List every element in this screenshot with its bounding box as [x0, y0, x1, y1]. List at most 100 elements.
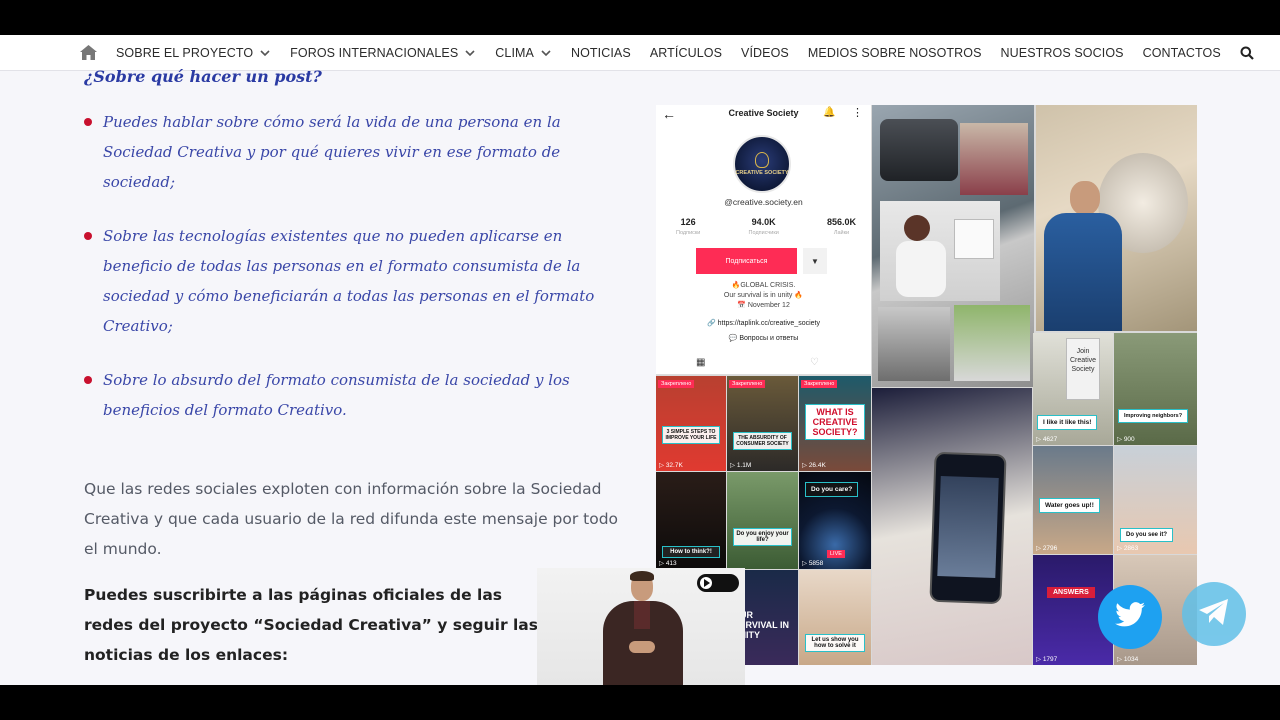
video-tile: Do you enjoy your life?: [727, 472, 798, 569]
video-tile: How to think?! ▷ 413: [656, 472, 726, 569]
tile-views: ▷ 900: [1117, 436, 1135, 443]
logo-figure: [755, 152, 769, 168]
tile-caption: Let us show you how to solve it: [805, 634, 865, 652]
pinned-badge: Закреплено: [801, 380, 838, 388]
bullet-dot: [84, 118, 92, 126]
video-letterbox-bottom: [0, 685, 1280, 720]
nav-item-clima[interactable]: CLIMA: [495, 46, 552, 60]
video-tile: Water goes up!! ▷ 2796: [1033, 446, 1113, 554]
presenter-hair: [630, 571, 654, 581]
photo-man-with-card: [1036, 105, 1197, 331]
man-jacket: [1044, 213, 1122, 331]
tile-caption: Do you see it?: [1120, 528, 1174, 542]
car-photo: [880, 119, 958, 181]
bio-line: 🔥GLOBAL CRISIS.: [731, 282, 796, 289]
bullet-dot: [84, 376, 92, 384]
tile-views: ▷ 2863: [1117, 545, 1139, 552]
sign-shape: [954, 219, 994, 259]
video-tile: Let us show you how to solve it: [799, 570, 871, 665]
stat-label: Подписчики: [748, 230, 779, 236]
list-item: Puedes hablar sobre cómo será la vida de…: [84, 107, 624, 197]
tile-views: ▷ 1.1M: [730, 462, 752, 469]
join-sign: Join Creative Society: [1066, 338, 1100, 400]
profile-bio: 🔥GLOBAL CRISIS. Our survival is in unity…: [656, 281, 871, 311]
phone-screen: [937, 476, 999, 578]
chevron-down-icon: [540, 47, 552, 59]
nav-item-articulos[interactable]: ARTÍCULOS: [650, 46, 722, 60]
nav-item-sobre-el-proyecto[interactable]: SOBRE EL PROYECTO: [116, 46, 271, 60]
bullet-dot: [84, 232, 92, 240]
tile-views: ▷ 5858: [802, 560, 824, 567]
tile-views: ▷ 32.7K: [659, 462, 683, 469]
play-badge: [697, 574, 739, 592]
nav-item-medios-sobre-nosotros[interactable]: MEDIOS SOBRE NOSOTROS: [808, 46, 982, 60]
tile-caption: Improving neighbors?: [1118, 409, 1189, 423]
profile-qa: 💬 Вопросы и ответы: [728, 335, 799, 342]
photo-phone-on-table: [872, 388, 1032, 665]
tile-caption: THE ABSURDITY OF CONSUMER SOCIETY: [733, 432, 792, 450]
tile-caption: I like it like this!: [1037, 415, 1098, 430]
search-icon[interactable]: [1240, 45, 1256, 61]
home-icon[interactable]: [78, 43, 98, 63]
tile-views: ▷ 1797: [1036, 656, 1058, 663]
caret-down-icon: ▼: [803, 248, 827, 274]
body-paragraph: Que las redes sociales exploten con info…: [84, 480, 619, 558]
stat-followers: 94.0K Подписчики: [749, 217, 779, 236]
video-tile: Закреплено WHAT IS CREATIVE SOCIETY? ▷ 2…: [799, 376, 871, 471]
post-heading: ¿Sobre qué hacer un post?: [84, 67, 322, 86]
video-tile: Закреплено THE ABSURDITY OF CONSUMER SOC…: [727, 376, 798, 471]
subscribe-paragraph: Puedes suscribirte a las páginas oficial…: [84, 586, 538, 664]
tile-caption: WHAT IS CREATIVE SOCIETY?: [805, 404, 865, 440]
tile-caption: ANSWERS: [1047, 587, 1095, 598]
video-tile: Do you see it? ▷ 2863: [1114, 446, 1197, 554]
bullet-text: Sobre lo absurdo del formato consumista …: [103, 371, 570, 419]
stat-number: 126: [680, 217, 696, 227]
list-item: Sobre las tecnologías existentes que no …: [84, 221, 624, 341]
nav-item-videos[interactable]: VÍDEOS: [741, 46, 789, 60]
tiktok-profile-screenshot: ← Creative Society 🔔 ⋮ CREATIVE SOCIETY …: [656, 105, 871, 375]
more-icon: ⋮: [852, 107, 863, 119]
stat-label: Лайки: [833, 230, 850, 236]
grid-icon: ▦: [696, 357, 706, 368]
twitter-button[interactable]: [1098, 585, 1162, 649]
bio-line: 📅 November 12: [737, 302, 790, 309]
bullet-text: Puedes hablar sobre cómo será la vida de…: [103, 113, 561, 191]
bio-line: Our survival is in unity 🔥: [723, 292, 804, 299]
nav-item-contactos[interactable]: CONTACTOS: [1143, 46, 1221, 60]
tile-views: ▷ 4627: [1036, 436, 1058, 443]
list-item: Sobre lo absurdo del formato consumista …: [84, 365, 624, 425]
stat-number: 856.0K: [826, 217, 856, 227]
stat-following: 126 Подписки: [676, 217, 700, 236]
nav-item-noticias[interactable]: NOTICIAS: [571, 46, 631, 60]
photo-woman-drawing: [878, 307, 950, 381]
chevron-down-icon: [259, 47, 271, 59]
telegram-button[interactable]: [1182, 582, 1246, 646]
chevron-down-icon: [464, 47, 476, 59]
avatar: CREATIVE SOCIETY: [733, 135, 791, 193]
liked-icon: ♡: [810, 357, 819, 368]
nav-item-foros-internacionales[interactable]: FOROS INTERNACIONALES: [290, 46, 476, 60]
nav-item-nuestros-socios[interactable]: NUESTROS SOCIOS: [1001, 46, 1124, 60]
bullet-text: Sobre las tecnologías existentes que no …: [103, 227, 595, 335]
video-tile: Do you care? LIVE ▷ 5858: [799, 472, 871, 569]
phone-shape: [929, 451, 1007, 605]
profile-name: Creative Society: [728, 108, 799, 118]
video-tile: Improving neighbors? ▷ 900: [1114, 333, 1197, 445]
profile-handle: @creative.society.en: [724, 197, 803, 207]
woman-photo: [960, 123, 1028, 195]
live-badge: LIVE: [827, 550, 845, 558]
photo-hat: [954, 305, 1030, 381]
twitter-icon: [1114, 601, 1146, 634]
profile-link: 🔗 https://taplink.cc/creative_society: [707, 320, 820, 327]
body-shape: [896, 241, 946, 297]
bell-icon: 🔔: [823, 107, 836, 118]
stat-number: 94.0K: [751, 217, 776, 227]
tile-views: ▷ 413: [659, 560, 677, 567]
tile-views: ▷ 2796: [1036, 545, 1058, 552]
tile-caption: Do you care?: [805, 482, 859, 497]
head-shape: [904, 215, 930, 241]
pinned-badge: Закреплено: [729, 380, 766, 388]
stat-label: Подписки: [676, 230, 701, 236]
pinned-badge: Закреплено: [658, 380, 695, 388]
tile-views: ▷ 26.4K: [802, 462, 826, 469]
